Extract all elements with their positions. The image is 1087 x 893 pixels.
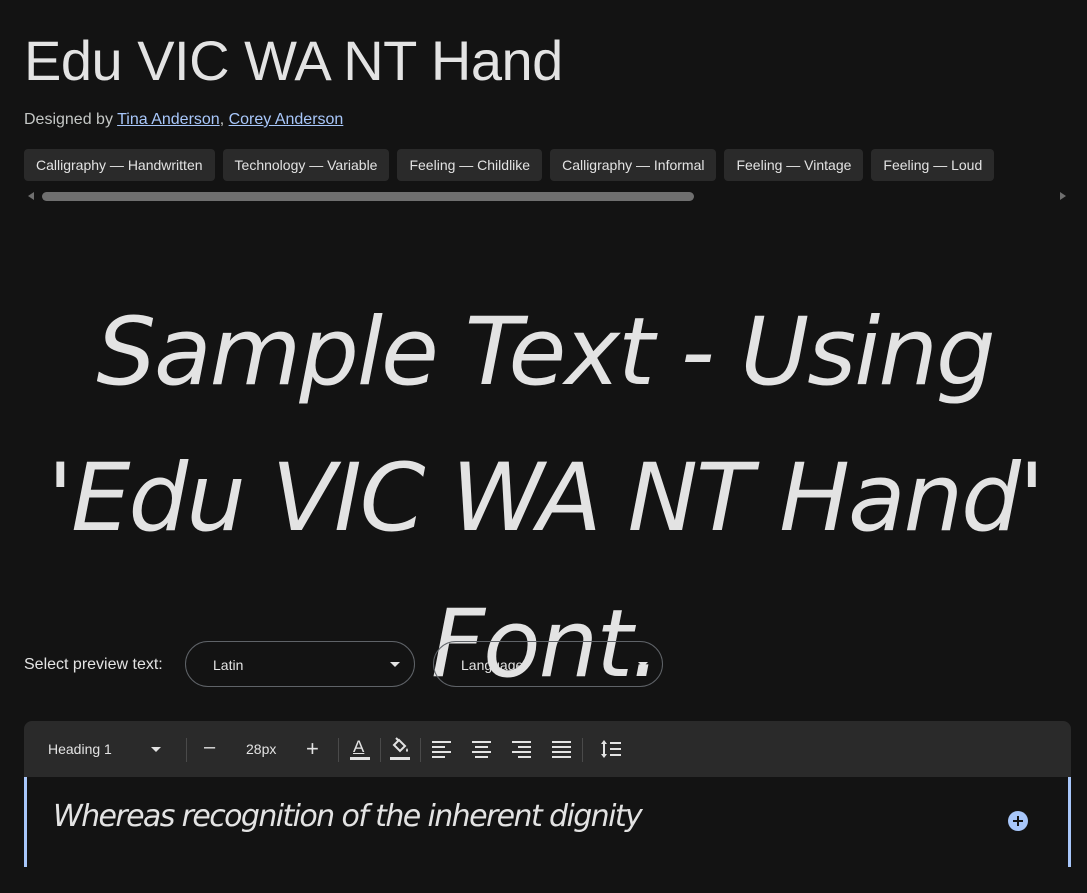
script-select[interactable]: Latin xyxy=(185,641,415,687)
align-right-icon[interactable] xyxy=(512,740,531,758)
script-select-value: Latin xyxy=(213,657,244,673)
toolbar-divider xyxy=(582,738,583,762)
scroll-left-arrow-icon[interactable] xyxy=(28,192,34,200)
text-color-bar xyxy=(350,757,370,760)
scroll-right-arrow-icon[interactable] xyxy=(1060,192,1066,200)
fill-color-bar xyxy=(390,757,410,760)
designer-link-tina[interactable]: Tina Anderson xyxy=(117,111,220,128)
align-left-icon[interactable] xyxy=(432,740,451,758)
increase-size-button[interactable]: + xyxy=(306,736,319,762)
language-select[interactable]: Language xyxy=(433,641,663,687)
line-height-icon[interactable] xyxy=(600,739,622,759)
designer-link-corey[interactable]: Corey Anderson xyxy=(229,111,344,128)
tag-chip[interactable]: Feeling — Childlike xyxy=(397,149,543,181)
tag-list: Calligraphy — Handwritten Technology — V… xyxy=(24,149,1064,182)
editor-toolbar: Heading 1 – 28px + A xyxy=(24,721,1071,777)
align-center-icon[interactable] xyxy=(472,740,491,758)
text-color-button[interactable]: A xyxy=(350,737,370,761)
font-specimen-page: Edu VIC WA NT Hand Designed by Tina Ande… xyxy=(0,0,1087,893)
tags-fade-overlay xyxy=(1024,149,1064,182)
designer-separator: , xyxy=(219,111,229,128)
chevron-down-icon xyxy=(151,747,161,752)
toolbar-divider xyxy=(186,738,187,762)
chevron-down-icon xyxy=(638,662,648,667)
editor-text[interactable]: Whereas recognition of the inherent dign… xyxy=(53,799,643,834)
decrease-size-button[interactable]: – xyxy=(204,736,215,759)
tag-chip[interactable]: Calligraphy — Informal xyxy=(550,149,717,181)
chevron-down-icon xyxy=(390,662,400,667)
tag-chip[interactable]: Technology — Variable xyxy=(222,149,390,181)
style-select[interactable]: Heading 1 xyxy=(36,733,166,765)
designers-line: Designed by Tina Anderson, Corey Anderso… xyxy=(24,111,343,129)
tag-chip[interactable]: Feeling — Loud xyxy=(871,149,995,181)
fill-color-button[interactable] xyxy=(390,737,410,761)
align-justify-icon[interactable] xyxy=(552,740,571,758)
toolbar-divider xyxy=(338,738,339,762)
toolbar-divider xyxy=(420,738,421,762)
tag-chip[interactable]: Feeling — Vintage xyxy=(724,149,864,181)
paint-bucket-icon xyxy=(392,737,408,753)
style-select-value: Heading 1 xyxy=(48,741,112,757)
designed-by-label: Designed by xyxy=(24,111,118,128)
font-title: Edu VIC WA NT Hand xyxy=(24,29,563,92)
preview-editor[interactable]: Whereas recognition of the inherent dign… xyxy=(24,777,1071,867)
tag-chip[interactable]: Calligraphy — Handwritten xyxy=(24,149,215,181)
language-select-value: Language xyxy=(461,657,524,673)
add-circle-icon[interactable] xyxy=(1008,811,1028,831)
toolbar-divider xyxy=(380,738,381,762)
preview-text-label: Select preview text: xyxy=(24,656,163,673)
font-size-value: 28px xyxy=(246,741,277,757)
text-color-icon: A xyxy=(353,737,365,756)
tags-scrollbar-thumb[interactable] xyxy=(42,192,694,201)
